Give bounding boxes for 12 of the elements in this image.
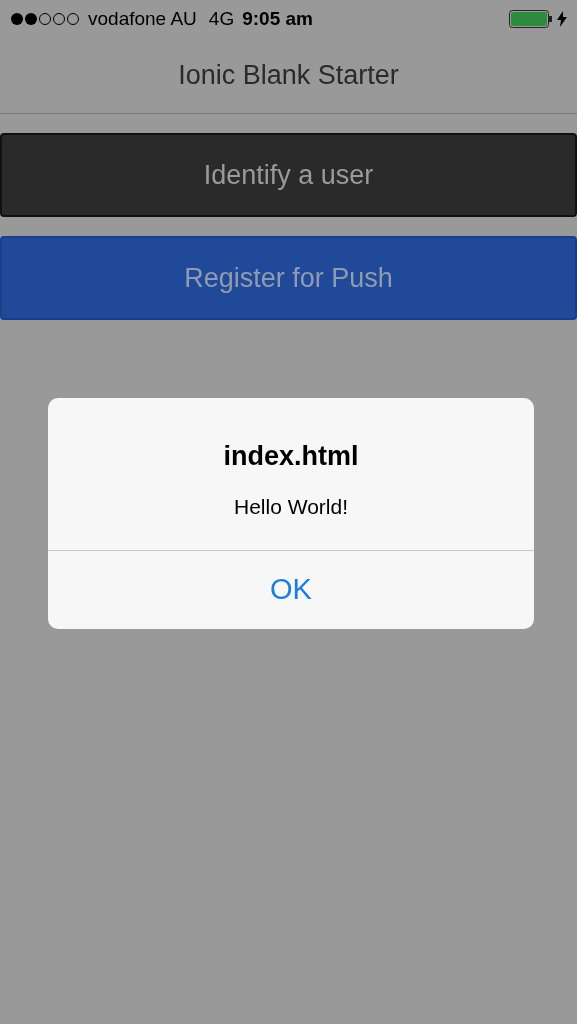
carrier-name: vodafone AU: [88, 6, 197, 31]
signal-icon: [10, 12, 82, 26]
header-title: Ionic Blank Starter: [178, 59, 399, 93]
action-button[interactable]: Register for Push: [0, 236, 577, 320]
clock-time: 9:05 am: [242, 6, 313, 31]
alert-message: Hello World!: [234, 493, 348, 520]
charging-icon: [557, 11, 567, 27]
alert-title: index.html: [223, 440, 359, 473]
action-button[interactable]: Identify a user: [0, 133, 577, 217]
battery-icon: [509, 10, 553, 28]
network-type: 4G: [208, 6, 235, 31]
ok-button[interactable]: OK: [48, 551, 534, 629]
